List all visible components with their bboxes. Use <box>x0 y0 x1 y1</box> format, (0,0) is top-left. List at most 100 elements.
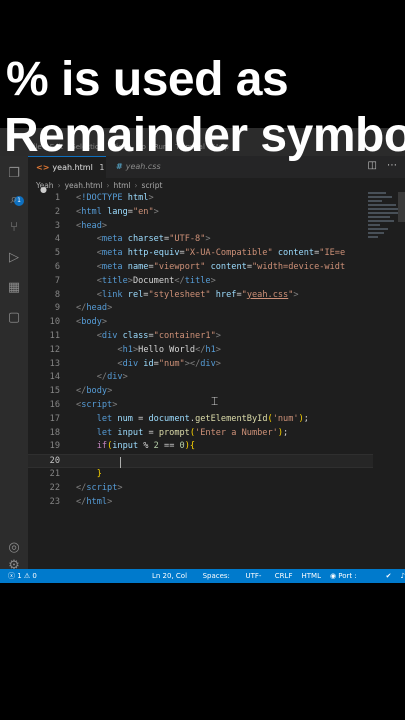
code-line[interactable]: 15 </body> <box>28 385 373 399</box>
cursor-position[interactable]: Ln 20, Col 9 <box>152 569 194 583</box>
language-mode[interactable]: HTML <box>301 569 320 583</box>
line-number: 2 <box>54 206 60 217</box>
breadcrumb-item[interactable]: script <box>142 181 163 190</box>
tab-badge: 1 <box>99 163 105 172</box>
breadcrumb-item[interactable]: Yeah <box>36 181 54 190</box>
code-token: } <box>96 469 102 479</box>
remote-icon[interactable]: ▢ <box>6 310 22 326</box>
code-text: <html lang="en"> <box>76 206 159 220</box>
code-token: > <box>107 496 113 507</box>
feedback-icon[interactable]: ✔ <box>386 569 392 583</box>
run-debug-icon[interactable]: ▷ <box>6 250 22 266</box>
code-token: = <box>132 413 149 424</box>
problems-status[interactable]: ⓧ 1 ⚠ 0 <box>8 569 37 583</box>
code-line[interactable]: 5 <meta http-equiv="X-UA-Compatible" con… <box>28 247 373 261</box>
encoding-status[interactable]: UTF-8 <box>245 569 265 583</box>
code-line[interactable]: 19 if(input % 2 == 0){ <box>28 440 373 454</box>
account-icon[interactable]: ◎ <box>6 540 22 556</box>
caption-line-1: % is used as <box>6 53 289 106</box>
code-line[interactable]: 18 let input = prompt('Enter a Number'); <box>28 427 373 441</box>
code-line[interactable]: 14 </div> <box>28 371 373 385</box>
line-number: 17 <box>49 413 60 424</box>
line-number: 1 <box>54 193 60 203</box>
code-line[interactable]: 2 <html lang="en"> <box>28 206 373 220</box>
tab-label: yeah.css <box>125 162 161 171</box>
code-line[interactable]: 3 <head> <box>28 220 373 234</box>
code-token: ; <box>303 413 309 424</box>
code-token: id <box>138 358 154 369</box>
code-line[interactable]: 1 <!DOCTYPE html> <box>28 192 373 206</box>
code-line[interactable]: 17 let num = document.getElementById('nu… <box>28 413 373 427</box>
html-file-icon: <> <box>36 163 50 172</box>
vertical-scrollbar[interactable] <box>398 192 405 222</box>
code-token: name <box>122 262 149 272</box>
code-token: </ <box>76 482 87 493</box>
minimap[interactable] <box>368 192 398 252</box>
code-token: input <box>112 441 139 452</box>
code-text: </body> <box>76 385 112 399</box>
files-icon[interactable]: ❐ <box>6 166 22 182</box>
code-line[interactable]: 22 </script> <box>28 482 373 496</box>
breadcrumb-item[interactable]: yeah.html <box>65 181 103 190</box>
code-line[interactable]: 6 <meta name="viewport" content="width=d… <box>28 261 373 275</box>
code-token: lang <box>101 206 128 217</box>
code-text: </script> <box>76 482 123 496</box>
css-file-icon: # <box>116 162 123 171</box>
code-line[interactable]: 4 <meta charset="UTF-8"> <box>28 233 373 247</box>
code-token: > <box>215 331 221 341</box>
code-text: let input = prompt('Enter a Number'); <box>76 427 289 441</box>
source-control-icon[interactable]: ⑂ <box>6 220 22 236</box>
breadcrumb-item[interactable]: html <box>113 181 130 190</box>
code-line[interactable]: 23 </html> <box>28 496 373 510</box>
code-token: "UTF-8" <box>169 234 206 245</box>
code-token: content <box>205 262 247 272</box>
line-number: 7 <box>54 275 60 286</box>
code-token: div <box>107 372 123 383</box>
code-token: body <box>86 386 108 397</box>
code-line[interactable]: 8 <link rel="stylesheet" href="yeah.css"… <box>28 289 373 303</box>
code-text: <body> <box>76 316 107 330</box>
line-number: 10 <box>49 317 60 328</box>
code-line[interactable]: 11 <div class="container1"> <box>28 330 373 344</box>
extensions-icon[interactable]: ▦ <box>6 280 22 296</box>
code-text: </head> <box>76 302 112 316</box>
live-server-port[interactable]: ◉ Port : 5500 <box>330 569 377 583</box>
code-text: </html> <box>76 496 112 510</box>
code-token: h1 <box>205 344 216 355</box>
code-line[interactable]: 7 <title>Document</title> <box>28 275 373 289</box>
code-line[interactable]: 16 <script> <box>28 399 373 413</box>
code-token: > <box>122 372 128 383</box>
code-editor[interactable]: 1 <!DOCTYPE html> 2 <html lang="en"> 3 <head>… <box>28 192 373 572</box>
code-token: charset <box>122 234 164 245</box>
code-text: <head> <box>76 220 107 234</box>
code-text: let num = document.getElementById('num')… <box>76 413 309 427</box>
code-line[interactable]: 13 <div id="num"></div> <box>28 358 373 372</box>
code-line[interactable]: 12 <h1>Hello World</h1> <box>28 344 373 358</box>
code-line[interactable]: 20 <box>28 454 373 469</box>
notifications-bell-icon[interactable]: ♪ <box>401 569 405 583</box>
code-token: document <box>148 413 190 424</box>
code-token: > <box>210 275 216 286</box>
breadcrumb-separator-icon: › <box>57 180 61 190</box>
code-token: title <box>184 275 211 286</box>
code-token: let <box>96 427 113 438</box>
code-token: </ <box>76 386 87 397</box>
line-number: 14 <box>49 372 60 383</box>
line-number: 22 <box>49 482 60 493</box>
search-icon[interactable]: ⌕ <box>6 192 22 208</box>
code-token: div <box>200 358 216 369</box>
code-line[interactable]: 21 } <box>28 468 373 482</box>
code-line[interactable]: 10 <body> <box>28 316 373 330</box>
eol-status[interactable]: CRLF <box>275 569 293 583</box>
code-token: meta <box>101 248 123 259</box>
code-line[interactable]: 9 </head> <box>28 302 373 316</box>
line-number: 11 <box>49 331 60 341</box>
code-token: > <box>153 206 159 217</box>
code-token: content <box>272 248 315 259</box>
indentation-status[interactable]: Spaces: 4 <box>203 569 237 583</box>
